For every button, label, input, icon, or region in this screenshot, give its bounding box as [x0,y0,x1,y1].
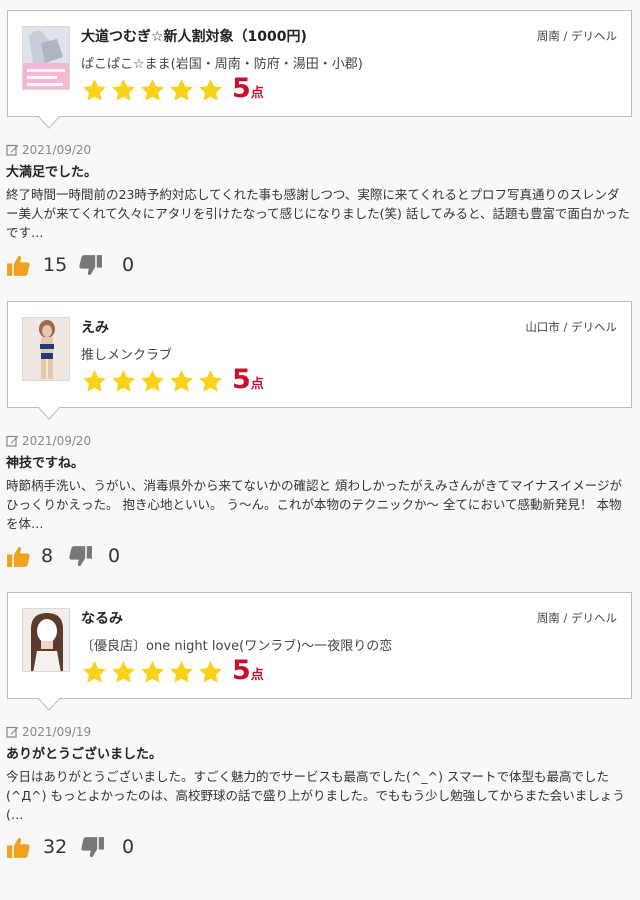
review-title[interactable]: ありがとうございました。 [6,743,162,762]
star-icon [199,79,222,101]
thumbs-up-icon [7,546,30,567]
review-body[interactable]: 時節柄手洗い、うがい、消毒県外から来てないかの確認と 煩わしかったがえみさんがき… [6,476,630,533]
star-icon [83,370,106,392]
girl-thumbnail[interactable] [22,608,70,672]
speech-tail [38,698,60,711]
dislike-count: 0 [122,836,135,858]
dislike-button[interactable]: 0 [68,544,128,570]
like-count: 15 [43,254,68,276]
shop-name[interactable]: ぱこぱこ☆まま(岩国・周南・防府・湯田・小郡) [81,53,363,72]
review-title[interactable]: 大満足でした。 [6,161,97,180]
review-date: 2021/09/19 [22,725,92,739]
like-button[interactable]: 32 [6,835,78,861]
score-number: 5 [232,73,251,104]
area-category: 周南 / デリヘル [536,611,617,625]
dislike-count: 0 [122,254,135,276]
shop-name[interactable]: 〔優良店〕one night love(ワンラブ)〜一夜限りの恋 [81,635,392,654]
review-title[interactable]: 神技ですね。 [6,452,84,471]
speech-tail [38,116,60,129]
star-icon [112,661,135,683]
review-meta: 2021/09/20 [6,434,91,448]
star-icon [141,370,164,392]
girl-profile-card[interactable]: なるみ 〔優良店〕one night love(ワンラブ)〜一夜限りの恋 周南 … [7,592,632,711]
like-count: 8 [41,545,54,567]
girl-thumbnail[interactable] [22,317,70,381]
dislike-button[interactable]: 0 [78,253,138,279]
star-icon [141,661,164,683]
like-button[interactable]: 8 [6,544,66,570]
score-unit: 点 [250,377,264,392]
star-icon [83,79,106,101]
star-icon [141,79,164,101]
rating-score: 5点 [232,655,264,686]
rating-score: 5点 [232,364,264,395]
thumbs-down-icon [69,546,92,567]
star-icon [112,370,135,392]
score-number: 5 [232,655,251,686]
star-icon [112,79,135,101]
speech-tail [38,407,60,420]
girl-thumbnail[interactable] [22,26,70,90]
dislike-button[interactable]: 0 [80,835,140,861]
star-icon [199,370,222,392]
girl-name[interactable]: なるみ [81,608,123,628]
review-date: 2021/09/20 [22,143,92,157]
thumbs-down-icon [81,837,104,858]
review-body[interactable]: 終了時間一時間前の23時予約対応してくれた事も感謝しつつ、実際に来てくれるとプロ… [6,185,630,242]
review-meta: 2021/09/19 [6,725,91,739]
area-category: 山口市 / デリヘル [525,320,617,334]
star-icon [170,370,193,392]
thumbs-up-icon [7,255,30,276]
girl-profile-card[interactable]: 大道つむぎ☆新人割対象（1000円) ぱこぱこ☆まま(岩国・周南・防府・湯田・小… [7,10,632,129]
score-unit: 点 [250,668,264,683]
edit-icon [6,726,19,738]
edit-icon [6,144,19,156]
shop-name[interactable]: 推しメンクラブ [81,344,172,363]
area-category: 周南 / デリヘル [536,29,617,43]
score-unit: 点 [250,86,264,101]
star-icon [170,661,193,683]
star-icon [170,79,193,101]
star-icon [199,661,222,683]
like-count: 32 [43,836,68,858]
girl-name[interactable]: 大道つむぎ☆新人割対象（1000円) [81,26,307,46]
thumbs-down-icon [79,255,102,276]
score-number: 5 [232,364,251,395]
review-meta: 2021/09/20 [6,143,91,157]
girl-profile-card[interactable]: えみ 推しメンクラブ 山口市 / デリヘル 5点 [7,301,632,420]
edit-icon [6,435,19,447]
rating-score: 5点 [232,73,264,104]
review-date: 2021/09/20 [22,434,92,448]
like-button[interactable]: 15 [6,253,76,279]
star-icon [83,661,106,683]
dislike-count: 0 [108,545,121,567]
girl-name[interactable]: えみ [81,317,109,337]
thumbs-up-icon [7,837,30,858]
review-body[interactable]: 今日はありがとうございました。すごく魅力的でサービスも最高でした(^_^) スマ… [6,767,630,824]
